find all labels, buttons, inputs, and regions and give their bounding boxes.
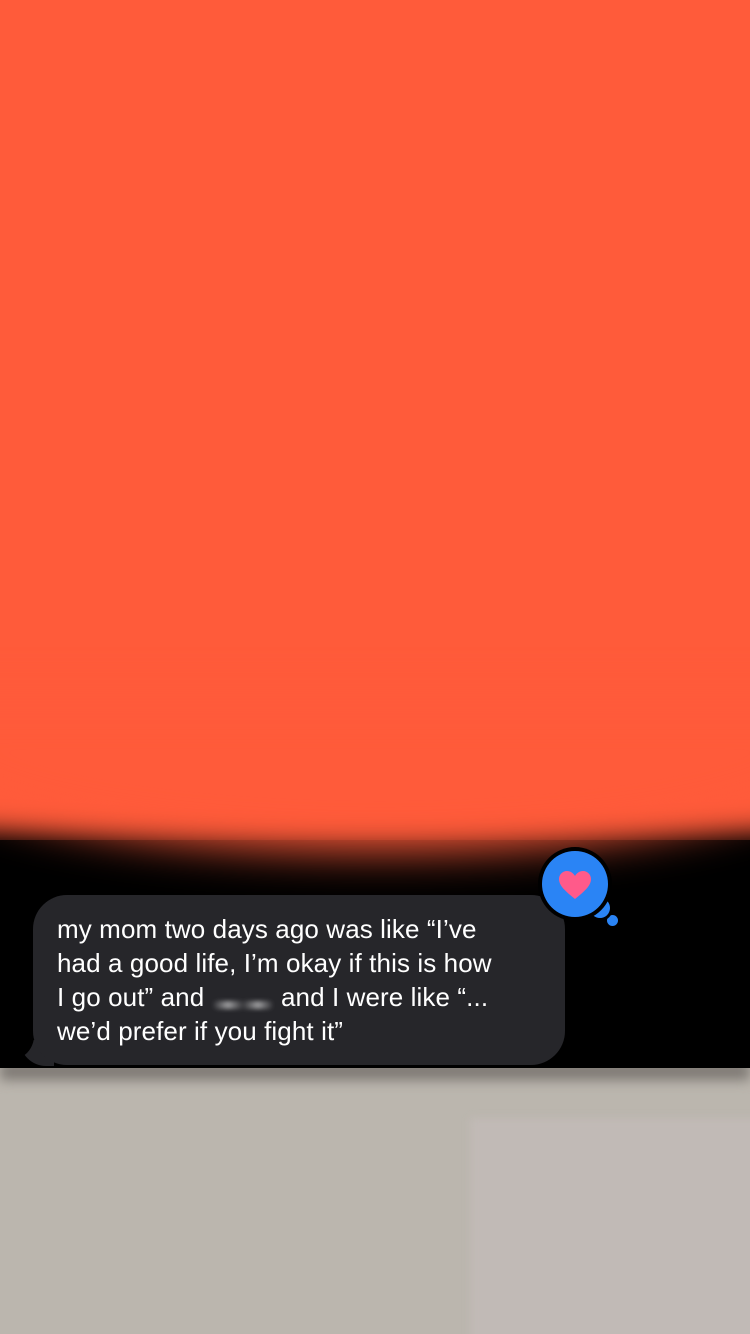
gray-blur-edge [0, 1068, 750, 1080]
message-bubble[interactable]: my mom two days ago was like “I’ve had a… [33, 895, 565, 1065]
message-text: my mom two days ago was like “I’ve had a… [57, 912, 541, 1048]
message-detail-screen: my mom two days ago was like “I’ve had a… [0, 0, 750, 1334]
message-line: we’d prefer if you fight it” [57, 1016, 344, 1046]
message-line-segment: and I were like “... [280, 982, 489, 1012]
message-line: I go out” and and I were like “... [57, 980, 541, 1014]
tapback-tail-dot [607, 915, 618, 926]
redacted-name [212, 1001, 273, 1010]
blurred-background-top [0, 0, 750, 900]
message-line-segment: I go out” and [57, 982, 205, 1012]
gray-blur-shade [470, 1118, 750, 1334]
blurred-background-bottom [0, 1068, 750, 1334]
message-line: my mom two days ago was like “I’ve [57, 914, 477, 944]
message-line: had a good life, I’m okay if this is how [57, 948, 492, 978]
tapback-reaction[interactable] [542, 851, 608, 917]
heart-icon [559, 871, 591, 899]
orange-blur-edge [0, 700, 750, 850]
